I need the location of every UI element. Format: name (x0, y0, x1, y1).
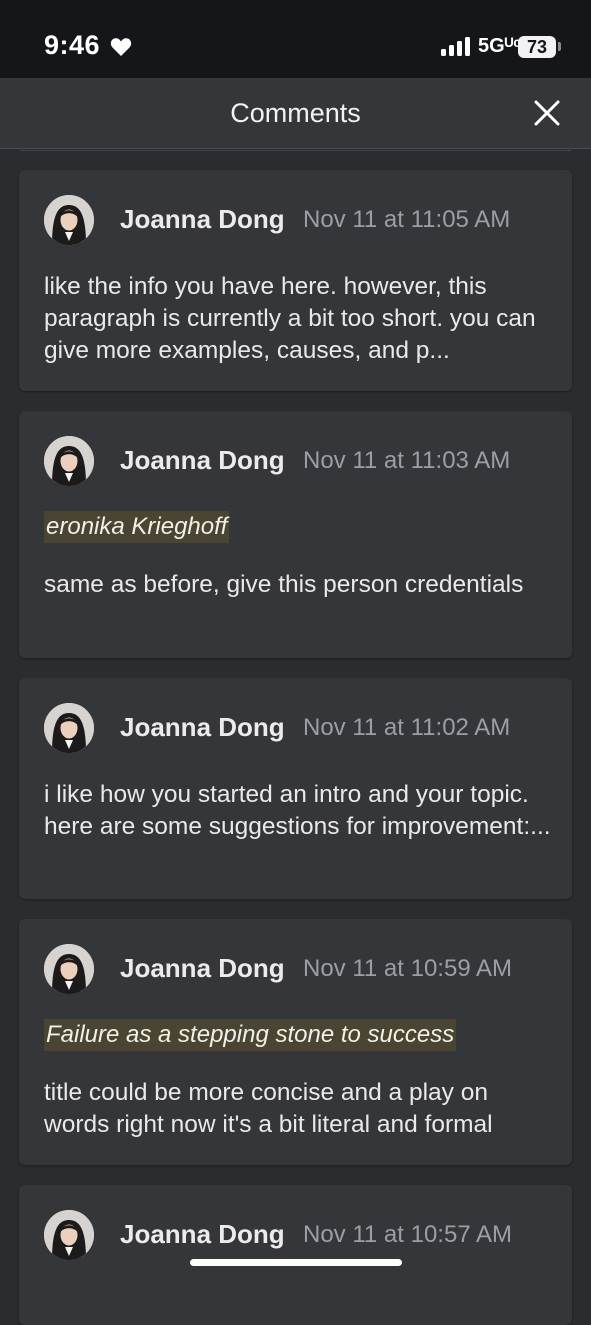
battery-level: 73 (526, 37, 548, 57)
quoted-text: eronika Krieghoff (44, 511, 230, 543)
comments-header: Comments (0, 78, 591, 149)
avatar-image (44, 703, 94, 753)
avatar (44, 1210, 94, 1260)
heart-icon (110, 38, 132, 56)
comment-text: title could be more concise and a play o… (44, 1079, 493, 1138)
page-title: Comments (230, 98, 361, 128)
avatar-image (44, 436, 94, 486)
avatar-image (44, 195, 94, 245)
comment-card[interactable]: Joanna Dong Nov 11 at 11:03 AM eronika K… (19, 411, 572, 658)
comment-card[interactable]: Joanna Dong Nov 11 at 11:02 AM i like ho… (19, 678, 572, 899)
comment-text: same as before, give this person credent… (44, 571, 524, 598)
battery-tip (558, 42, 561, 51)
quoted-text: Failure as a stepping stone to success (44, 1019, 457, 1051)
close-icon[interactable] (532, 98, 562, 128)
status-time: 9:46 (44, 30, 101, 60)
avatar (44, 703, 94, 753)
avatar-image (44, 944, 94, 994)
comment-timestamp: Nov 11 at 11:02 AM (303, 714, 511, 741)
divider (20, 150, 571, 151)
cellular-signal-icon (441, 37, 470, 56)
comment-text: like the info you have here. however, th… (44, 273, 536, 364)
status-bar: 9:46 5Gᵁᶜ 73 (0, 0, 591, 78)
comment-card[interactable]: Joanna Dong Nov 11 at 10:57 AM (19, 1185, 572, 1325)
comment-author: Joanna Dong (120, 1219, 285, 1249)
comment-author: Joanna Dong (120, 445, 285, 475)
avatar (44, 436, 94, 486)
comment-card[interactable]: Joanna Dong Nov 11 at 11:05 AM like the … (19, 170, 572, 391)
avatar (44, 195, 94, 245)
comment-timestamp: Nov 11 at 10:57 AM (303, 1221, 513, 1248)
comment-card[interactable]: Joanna Dong Nov 11 at 10:59 AM Failure a… (19, 919, 572, 1165)
comment-timestamp: Nov 11 at 11:05 AM (303, 206, 511, 233)
comment-timestamp: Nov 11 at 11:03 AM (303, 447, 511, 474)
battery-icon: 73 (518, 36, 556, 58)
comment-author: Joanna Dong (120, 204, 285, 234)
avatar (44, 944, 94, 994)
network-type: 5Gᵁᶜ (478, 35, 521, 57)
comment-author: Joanna Dong (120, 712, 285, 742)
avatar-image (44, 1210, 94, 1260)
comment-timestamp: Nov 11 at 10:59 AM (303, 955, 513, 982)
comment-author: Joanna Dong (120, 953, 285, 983)
home-indicator[interactable] (190, 1259, 402, 1266)
comment-text: i like how you started an intro and your… (44, 781, 551, 840)
